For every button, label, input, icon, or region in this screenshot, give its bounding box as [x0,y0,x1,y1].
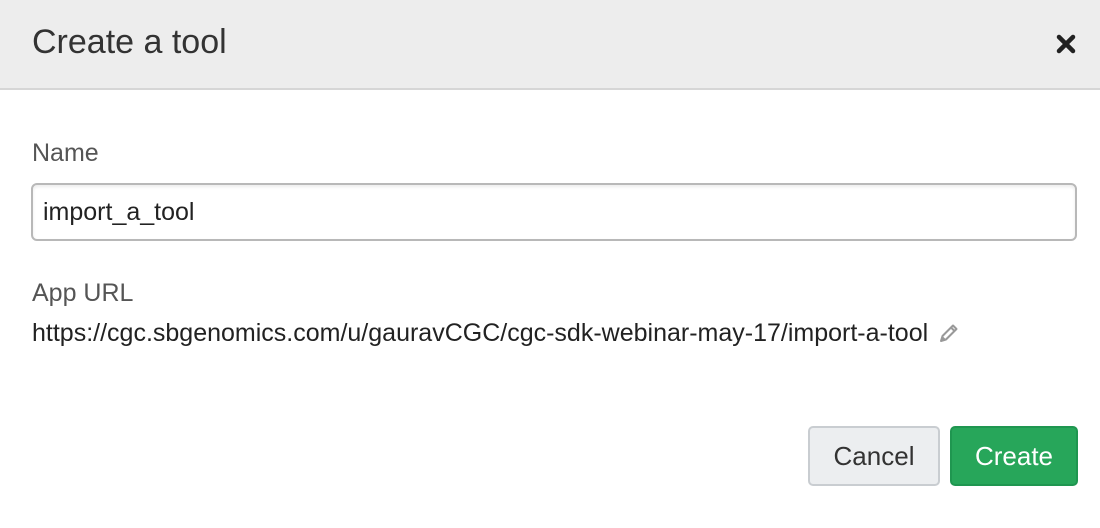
create-button[interactable]: Create [950,426,1078,486]
name-input[interactable] [31,183,1077,241]
close-icon[interactable] [1052,30,1080,58]
pencil-icon[interactable] [938,322,960,344]
name-label: Name [32,139,99,167]
cancel-button[interactable]: Cancel [808,426,940,486]
dialog-title: Create a tool [32,23,227,61]
create-tool-dialog: Create a tool Name App URL https://cgc.s… [0,0,1100,528]
app-url-row: https://cgc.sbgenomics.com/u/gauravCGC/c… [32,316,960,350]
app-url-label: App URL [32,279,134,307]
dialog-header: Create a tool [0,0,1100,90]
app-url-value: https://cgc.sbgenomics.com/u/gauravCGC/c… [32,319,929,347]
